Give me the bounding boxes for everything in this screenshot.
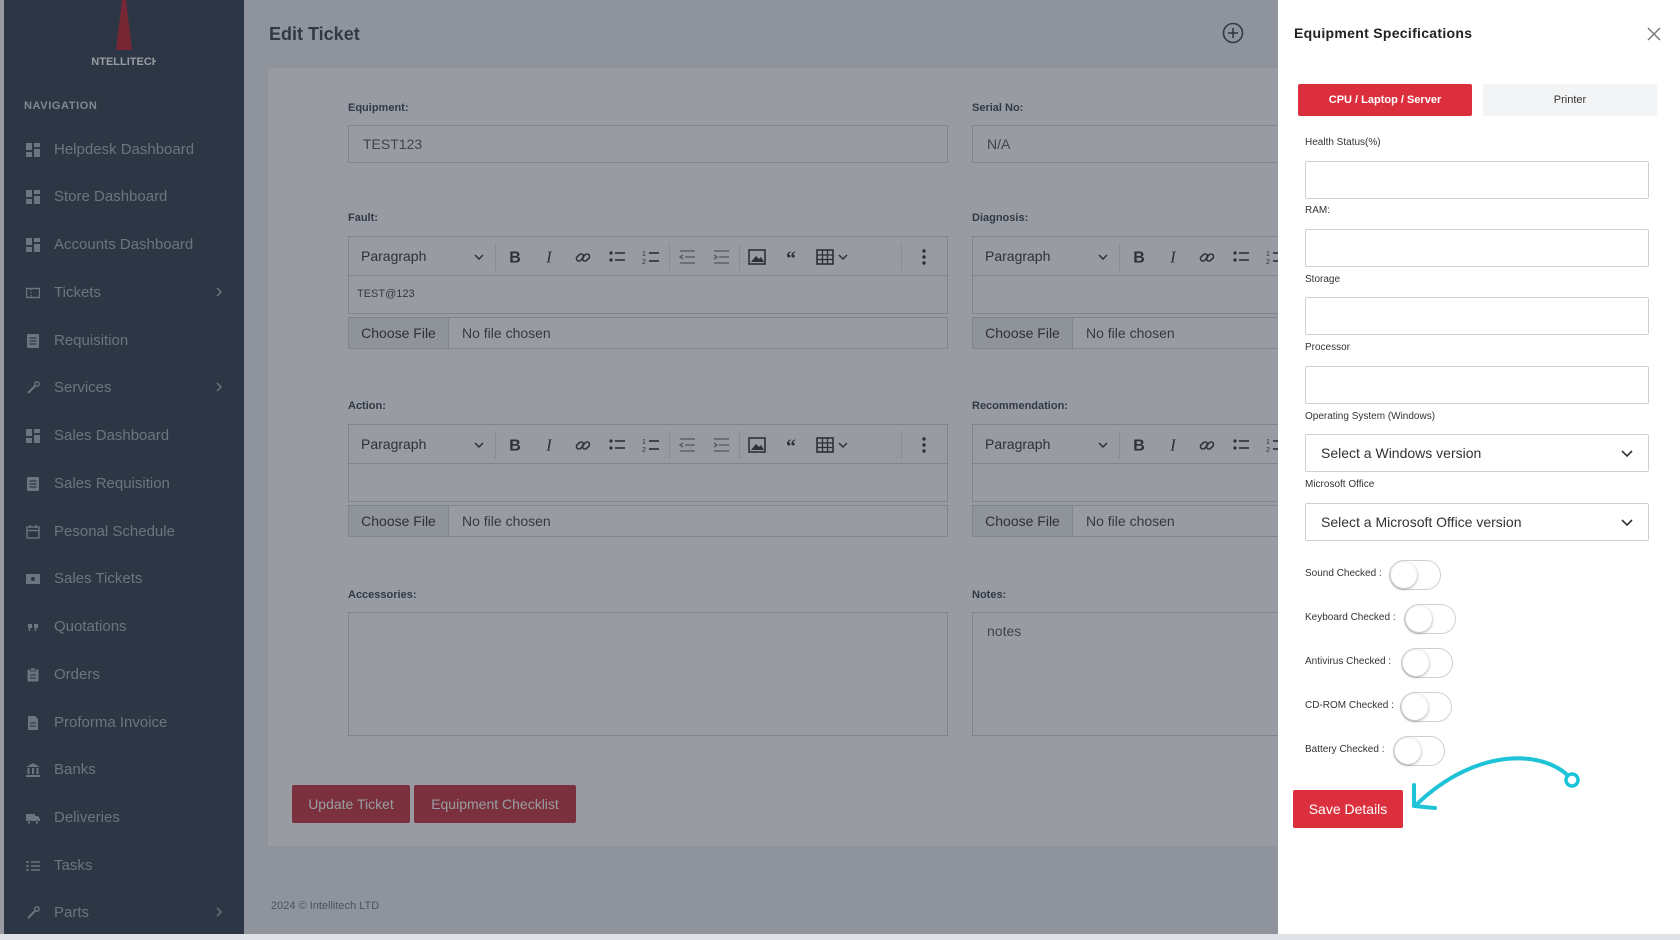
sound-checked-toggle[interactable] xyxy=(1389,560,1441,590)
microsoft-office-label: Microsoft Office xyxy=(1305,479,1375,490)
toggle-knob xyxy=(1402,694,1428,720)
save-details-button[interactable]: Save Details xyxy=(1293,790,1403,828)
close-icon[interactable] xyxy=(1646,26,1662,42)
toggle-knob xyxy=(1403,650,1429,676)
cdrom-checked-label: CD-ROM Checked : xyxy=(1305,700,1394,711)
health-status-label: Health Status(%) xyxy=(1305,137,1381,148)
sound-checked-label: Sound Checked : xyxy=(1305,568,1382,579)
processor-label: Processor xyxy=(1305,342,1351,353)
cdrom-checked-toggle[interactable] xyxy=(1400,692,1452,722)
storage-label: Storage xyxy=(1305,274,1341,285)
operating-system-label: Operating System (Windows) xyxy=(1305,411,1436,422)
tab-cpu-laptop-server[interactable]: CPU / Laptop / Server xyxy=(1298,84,1472,116)
toggle-knob xyxy=(1406,606,1432,632)
annotation-arrow-icon xyxy=(1412,756,1580,810)
windows-version-selected: Select a Windows version xyxy=(1321,445,1482,461)
health-status-input[interactable] xyxy=(1305,161,1649,199)
keyboard-checked-label: Keyboard Checked : xyxy=(1305,612,1396,623)
antivirus-checked-toggle[interactable] xyxy=(1401,648,1453,678)
chevron-down-icon xyxy=(1621,519,1633,527)
keyboard-checked-toggle[interactable] xyxy=(1404,604,1456,634)
windows-version-select[interactable]: Select a Windows version xyxy=(1305,434,1649,472)
battery-checked-label: Battery Checked : xyxy=(1305,744,1385,755)
office-version-select[interactable]: Select a Microsoft Office version xyxy=(1305,503,1649,541)
toggle-knob xyxy=(1391,562,1417,588)
tab-printer[interactable]: Printer xyxy=(1483,84,1657,116)
panel-title: Equipment Specifications xyxy=(1294,25,1473,41)
antivirus-checked-label: Antivirus Checked : xyxy=(1305,656,1392,667)
ram-input[interactable] xyxy=(1305,229,1649,267)
storage-input[interactable] xyxy=(1305,297,1649,335)
bottom-scroll-bar xyxy=(0,934,1680,940)
modal-backdrop[interactable] xyxy=(0,0,1278,940)
office-version-selected: Select a Microsoft Office version xyxy=(1321,514,1522,530)
chevron-down-icon xyxy=(1621,450,1633,458)
ram-label: RAM: xyxy=(1305,205,1330,216)
processor-input[interactable] xyxy=(1305,366,1649,404)
equipment-specifications-panel: Equipment Specifications CPU / Laptop / … xyxy=(1278,0,1680,934)
app-root: INTELLITECH NAVIGATION Helpdesk Dashboar… xyxy=(0,0,1680,940)
